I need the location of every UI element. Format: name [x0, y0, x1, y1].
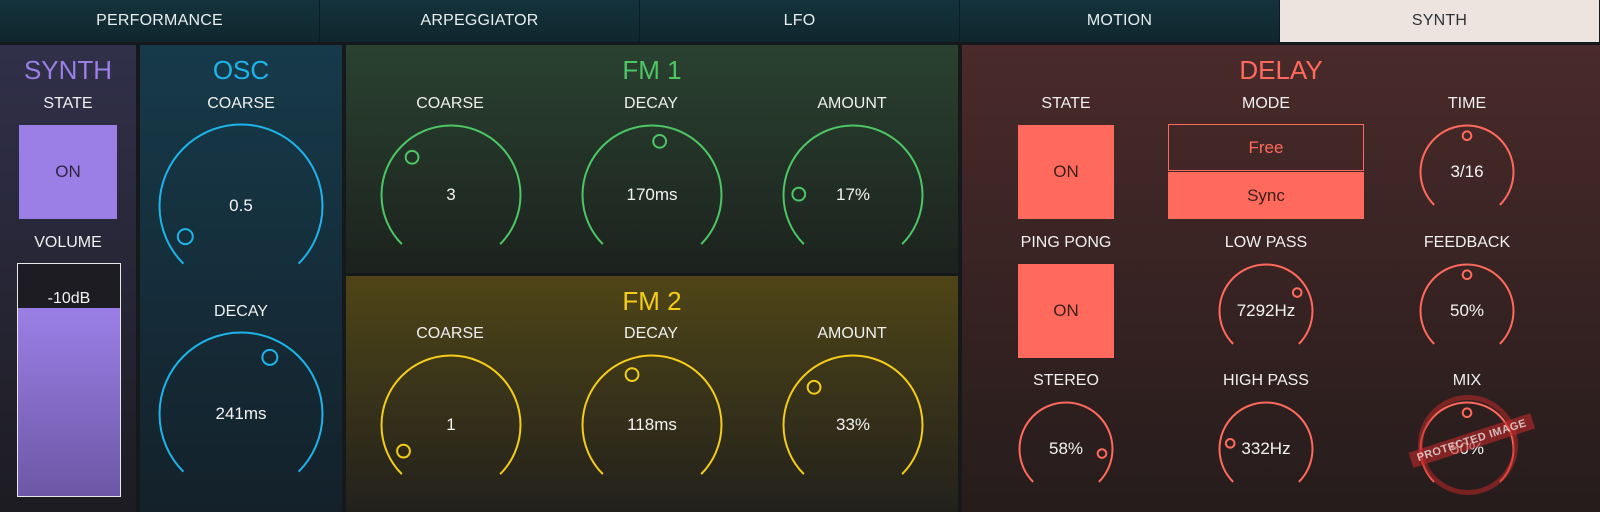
synth-panel: SYNTH STATE ON VOLUME -10dB — [0, 45, 136, 512]
mix-value: 50% — [1449, 439, 1485, 458]
fm1-amount-knob[interactable]: 17% — [782, 124, 924, 266]
pingpong-label: PING PONG — [1020, 234, 1112, 251]
fm1-coarse-label: COARSE — [416, 95, 484, 112]
osc-decay-knob[interactable]: 241ms — [158, 331, 324, 497]
stereo-value: 58% — [1048, 439, 1084, 458]
fm1-title: FM 1 — [622, 55, 682, 85]
fm2-decay-label: DECAY — [624, 325, 678, 342]
fm2-amount-value: 33% — [835, 415, 871, 434]
osc-coarse-knob[interactable]: 0.5 — [158, 123, 324, 289]
fm1-decay-value: 170ms — [626, 185, 678, 204]
delay-state-button[interactable]: ON — [1018, 125, 1114, 219]
osc-coarse-value: 0.5 — [229, 196, 253, 215]
osc-decay-value: 241ms — [215, 404, 267, 423]
synth-state-label: STATE — [43, 95, 93, 112]
tab-arpeggiator[interactable]: ARPEGGIATOR — [320, 0, 640, 42]
delay-time-label: TIME — [1447, 95, 1487, 112]
osc-title: OSC — [212, 55, 270, 85]
tab-performance[interactable]: PERFORMANCE — [0, 0, 320, 42]
mode-option-free[interactable]: Free — [1168, 124, 1364, 171]
fm2-amount-label: AMOUNT — [817, 325, 887, 342]
tab-motion[interactable]: MOTION — [960, 0, 1280, 42]
stereo-knob[interactable]: 58% — [1018, 401, 1114, 497]
delay-state-label: STATE — [1041, 95, 1091, 112]
fm2-coarse-label: COARSE — [416, 325, 484, 342]
tab-synth[interactable]: SYNTH — [1280, 0, 1600, 42]
fm1-panel: FM 1 COARSE 3 DECAY 170ms AMOUNT 17% — [346, 45, 958, 273]
fm2-decay-value: 118ms — [627, 415, 677, 434]
mix-label: MIX — [1452, 372, 1482, 389]
fm1-amount-label: AMOUNT — [817, 95, 887, 112]
fm1-decay-label: DECAY — [624, 95, 678, 112]
volume-value: -10dB — [47, 290, 91, 307]
fm2-title: FM 2 — [622, 286, 682, 316]
delay-time-value: 3/16 — [1450, 162, 1484, 181]
tab-lfo[interactable]: LFO — [640, 0, 960, 42]
delay-mode-label: MODE — [1242, 95, 1290, 112]
volume-label: VOLUME — [34, 234, 102, 251]
delay-title: DELAY — [1239, 55, 1323, 85]
osc-coarse-label: COARSE — [207, 95, 275, 112]
fm1-coarse-value: 3 — [446, 185, 456, 204]
lowpass-value: 7292Hz — [1236, 301, 1296, 320]
fm2-amount-knob[interactable]: 33% — [782, 354, 924, 496]
stereo-label: STEREO — [1033, 372, 1099, 389]
feedback-value: 50% — [1449, 301, 1485, 320]
highpass-knob[interactable]: 332Hz — [1218, 401, 1314, 497]
delay-panel: DELAY STATE ON MODE Free Sync TIME 3/16 … — [962, 45, 1600, 512]
feedback-label: FEEDBACK — [1423, 234, 1511, 251]
mix-knob[interactable]: 50% — [1419, 401, 1515, 497]
osc-panel: OSC COARSE 0.5 DECAY 241ms — [140, 45, 342, 512]
volume-fill — [18, 308, 120, 496]
fm2-panel: FM 2 COARSE 1 DECAY 118ms AMOUNT 33% — [346, 276, 958, 512]
delay-time-knob[interactable]: 3/16 — [1419, 124, 1515, 220]
mode-option-sync[interactable]: Sync — [1168, 172, 1364, 219]
lowpass-knob[interactable]: 7292Hz — [1218, 263, 1314, 359]
fm2-decay-knob[interactable]: 118ms — [581, 354, 723, 496]
fm1-coarse-knob[interactable]: 3 — [380, 124, 522, 266]
synth-title: SYNTH — [23, 55, 113, 85]
tab-bar: PERFORMANCE ARPEGGIATOR LFO MOTION SYNTH — [0, 0, 1600, 42]
osc-decay-label: DECAY — [214, 303, 268, 320]
lowpass-label: LOW PASS — [1224, 234, 1308, 251]
fm1-amount-value: 17% — [835, 185, 871, 204]
fm1-decay-knob[interactable]: 170ms — [581, 124, 723, 266]
highpass-label: HIGH PASS — [1223, 372, 1309, 389]
fm2-coarse-knob[interactable]: 1 — [380, 354, 522, 496]
fm2-coarse-value: 1 — [446, 415, 456, 434]
highpass-value: 332Hz — [1241, 439, 1291, 458]
synth-state-button[interactable]: ON — [19, 125, 117, 219]
feedback-knob[interactable]: 50% — [1419, 263, 1515, 359]
pingpong-button[interactable]: ON — [1018, 264, 1114, 358]
volume-slider[interactable]: -10dB — [17, 263, 121, 497]
